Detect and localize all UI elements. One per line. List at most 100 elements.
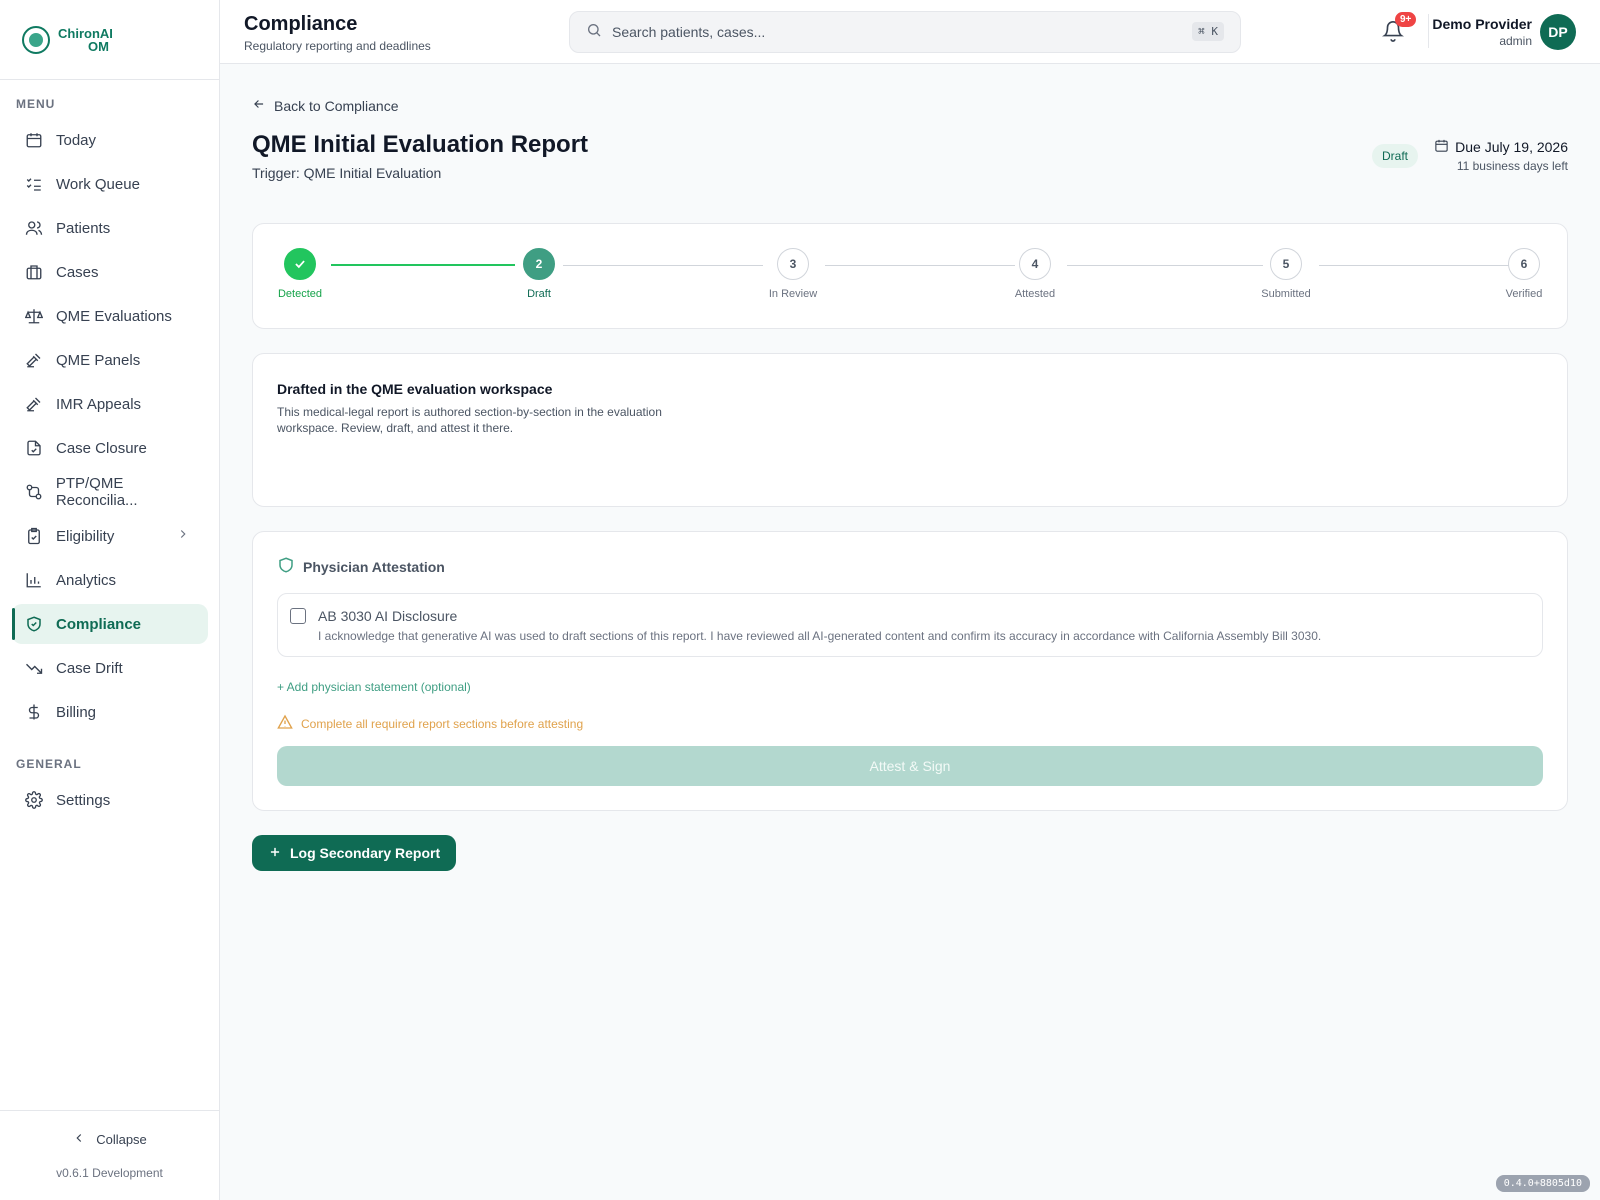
- sidebar-footer: Collapse v0.6.1 Development: [0, 1110, 219, 1200]
- briefcase-icon: [24, 262, 44, 282]
- step-attested: 4 Attested: [975, 248, 1095, 300]
- header-subtitle: Regulatory reporting and deadlines: [244, 39, 431, 53]
- avatar[interactable]: DP: [1540, 14, 1576, 50]
- sidebar-item-cases[interactable]: Cases: [12, 252, 208, 292]
- sidebar-item-label: Compliance: [56, 615, 142, 633]
- bar-chart-icon: [24, 570, 44, 590]
- step-number: 6: [1508, 248, 1540, 280]
- file-closed-icon: [24, 438, 44, 458]
- sidebar-item-label: Cases: [56, 263, 99, 281]
- step-number: 3: [777, 248, 809, 280]
- back-link[interactable]: Back to Compliance: [252, 97, 399, 114]
- version-text: v0.6.1 Development: [56, 1166, 163, 1180]
- clipboard-check-icon: [24, 526, 44, 546]
- step-submitted: 5 Submitted: [1226, 248, 1346, 300]
- general-section-label: GENERAL: [16, 757, 82, 771]
- sidebar-item-label: Case Closure: [56, 439, 147, 457]
- search-shortcut: ⌘ K: [1192, 22, 1224, 41]
- sidebar-item-label: Today: [56, 131, 97, 149]
- collapse-label: Collapse: [96, 1132, 147, 1147]
- workflow-stepper: Detected 2 Draft 3 In Review 4 Attested …: [252, 223, 1568, 329]
- shield-check-icon: [24, 614, 44, 634]
- shield-icon: [277, 556, 295, 577]
- plus-icon: [268, 845, 282, 862]
- users-icon: [24, 218, 44, 238]
- git-compare-icon: [24, 482, 44, 502]
- due-date-text: Due July 19, 2026: [1455, 139, 1568, 155]
- step-number: 4: [1019, 248, 1051, 280]
- gavel-icon: [24, 350, 44, 370]
- sidebar-item-patients[interactable]: Patients: [12, 208, 208, 248]
- check-icon: [284, 248, 316, 280]
- collapse-button[interactable]: Collapse: [0, 1131, 219, 1148]
- sidebar-item-label: Work Queue: [56, 175, 140, 193]
- step-draft: 2 Draft: [479, 248, 599, 300]
- attest-sign-button[interactable]: Attest & Sign: [277, 746, 1543, 786]
- search-bar[interactable]: ⌘ K: [569, 11, 1241, 53]
- sidebar-item-today[interactable]: Today: [12, 120, 208, 160]
- ai-disclosure-text: I acknowledge that generative AI was use…: [318, 629, 1322, 643]
- step-verified: 6 Verified: [1464, 248, 1584, 300]
- sidebar-item-case-drift[interactable]: Case Drift: [12, 648, 208, 688]
- sidebar-item-case-closure[interactable]: Case Closure: [12, 428, 208, 468]
- step-detected: Detected: [240, 248, 360, 300]
- sidebar-item-label: Settings: [56, 791, 111, 809]
- chevron-left-icon: [72, 1131, 86, 1148]
- log-secondary-report-button[interactable]: Log Secondary Report: [252, 835, 457, 871]
- header-divider: [1428, 14, 1429, 48]
- sidebar-item-billing[interactable]: Billing: [12, 692, 208, 732]
- brand-name: ChironAI: [58, 25, 113, 41]
- add-physician-statement-link[interactable]: + Add physician statement (optional): [277, 680, 471, 694]
- sidebar-item-label: PTP/QME Reconcilia...: [55, 475, 138, 509]
- chevron-right-icon[interactable]: [176, 527, 190, 545]
- search-icon: [586, 22, 602, 43]
- sidebar-item-settings[interactable]: Settings: [12, 780, 208, 820]
- search-input[interactable]: [612, 24, 1172, 40]
- sidebar-item-label: Billing: [56, 703, 97, 721]
- calendar-icon: [1434, 138, 1449, 156]
- user-name[interactable]: Demo Provider: [1432, 16, 1532, 32]
- attestation-card: Physician Attestation AB 3030 AI Disclos…: [252, 531, 1568, 811]
- sidebar-item-label: Case Drift: [56, 659, 123, 677]
- list-checks-icon: [24, 174, 44, 194]
- back-link-label: Back to Compliance: [274, 97, 399, 114]
- dollar-icon: [24, 702, 44, 722]
- gear-icon: [24, 790, 44, 810]
- scale-icon: [24, 306, 44, 326]
- step-in-review: 3 In Review: [733, 248, 853, 300]
- sidebar-item-imr-appeals[interactable]: IMR Appeals: [12, 384, 208, 424]
- build-tag: 0.4.0+8805d10: [1495, 1175, 1590, 1192]
- step-number: 2: [523, 248, 555, 280]
- sidebar-item-analytics[interactable]: Analytics: [12, 560, 208, 600]
- due-date: Due July 19, 2026 11 business days left: [1434, 138, 1568, 173]
- sidebar-item-label: QME Panels: [56, 351, 141, 369]
- gavel-icon: [24, 394, 44, 414]
- step-label: Submitted: [1261, 288, 1311, 300]
- page-title: QME Initial Evaluation Report: [252, 131, 589, 158]
- sidebar-item-qme-panels[interactable]: QME Panels: [12, 340, 208, 380]
- step-label: Attested: [1014, 288, 1056, 300]
- workspace-info-card: Drafted in the QME evaluation workspace …: [252, 353, 1568, 507]
- sidebar-item-label: QME Evaluations: [56, 307, 172, 325]
- arrow-left-icon: [252, 97, 266, 114]
- warning-icon: [277, 714, 293, 733]
- step-label: Detected: [277, 288, 323, 300]
- header-title: Compliance: [244, 13, 358, 35]
- sidebar-item-label: Eligibility: [56, 527, 115, 545]
- warning-text: Complete all required report sections be…: [301, 716, 584, 731]
- sidebar-item-work-queue[interactable]: Work Queue: [12, 164, 208, 204]
- due-days-left: 11 business days left: [1456, 159, 1568, 173]
- sidebar-item-ptp-qme-reconciliation[interactable]: PTP/QME Reconcilia...: [12, 472, 208, 512]
- brand-subname: OM: [88, 38, 109, 54]
- general-nav: Settings: [12, 780, 208, 824]
- sidebar-item-compliance[interactable]: Compliance: [12, 604, 208, 644]
- bell-icon: [1382, 21, 1404, 46]
- sidebar-item-label: Analytics: [56, 571, 117, 589]
- status-badge: Draft: [1372, 144, 1419, 168]
- sidebar-item-qme-evaluations[interactable]: QME Evaluations: [12, 296, 208, 336]
- brand-logo[interactable]: ChironAI OM: [0, 0, 219, 80]
- sidebar-item-label: IMR Appeals: [56, 395, 142, 413]
- user-role: admin: [1499, 34, 1532, 48]
- ai-disclosure-checkbox[interactable]: [290, 608, 306, 624]
- sidebar-item-eligibility[interactable]: Eligibility: [12, 516, 208, 556]
